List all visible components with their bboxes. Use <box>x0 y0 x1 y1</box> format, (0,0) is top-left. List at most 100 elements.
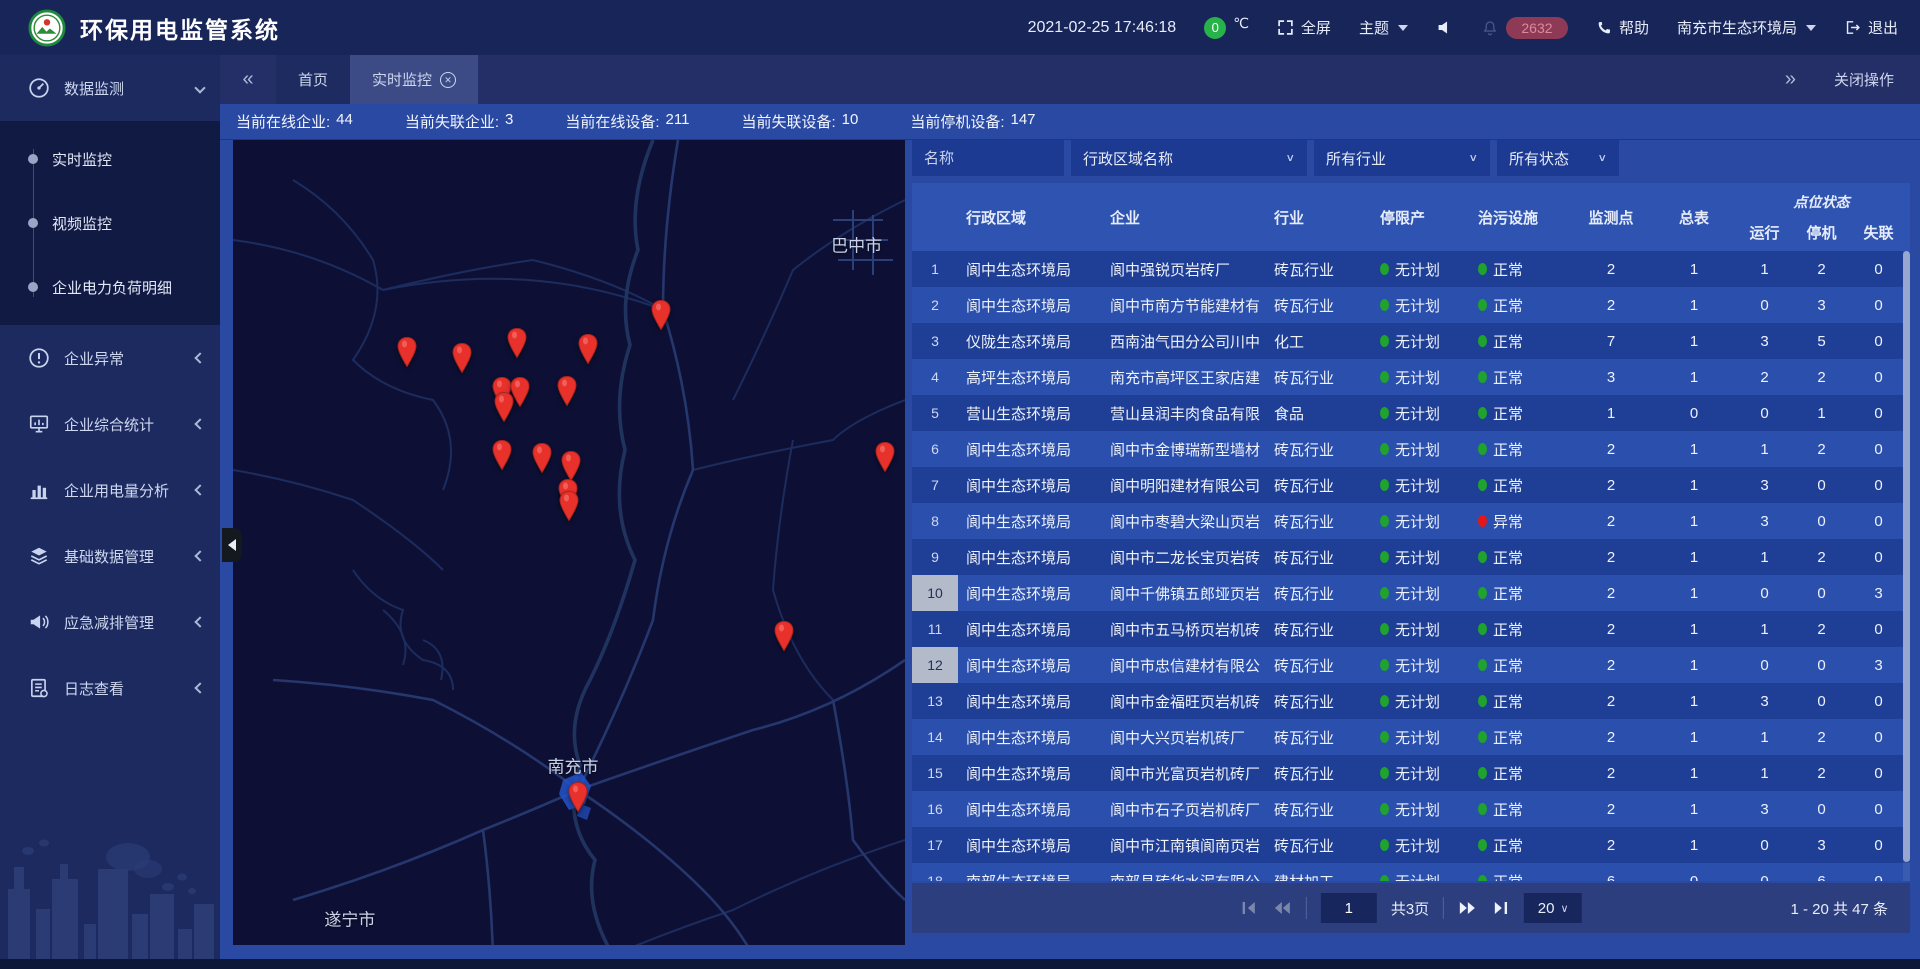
map-pin-icon[interactable] <box>530 443 554 475</box>
mute-button[interactable] <box>1436 19 1453 36</box>
table-row[interactable]: 15阆中生态环境局阆中市光富页岩机砖厂砖瓦行业无计划正常21120 <box>912 755 1910 791</box>
status-dot-green <box>1478 335 1487 347</box>
table-row[interactable]: 10阆中生态环境局阆中千佛镇五郎垭页岩砖瓦行业无计划正常21003 <box>912 575 1910 611</box>
cell-industry: 砖瓦行业 <box>1274 791 1380 827</box>
cell-company: 营山县润丰肉食品有限 <box>1110 395 1274 431</box>
map-roads <box>233 140 905 945</box>
table-row[interactable]: 18南部生态环境局南部县砖华水泥有限公建材加工无计划正常60060 <box>912 863 1910 881</box>
chevron-down-icon <box>1806 25 1816 31</box>
cell-halt: 3 <box>1793 287 1850 323</box>
status-dot-green <box>1478 767 1487 779</box>
status-dot-green <box>1380 335 1389 347</box>
table-row[interactable]: 11阆中生态环境局阆中市五马桥页岩机砖砖瓦行业无计划正常21120 <box>912 611 1910 647</box>
map-pin-icon[interactable] <box>395 336 419 368</box>
next-page-button[interactable] <box>1458 899 1478 917</box>
map-pin-icon[interactable] <box>557 490 581 522</box>
map-pin-icon[interactable] <box>450 343 474 375</box>
table-row[interactable]: 8阆中生态环境局阆中市枣碧大梁山页岩砖瓦行业无计划异常21300 <box>912 503 1910 539</box>
map-panel[interactable]: 巴中市南充市遂宁市 <box>233 140 905 945</box>
cell-meter: 1 <box>1652 287 1736 323</box>
table-row[interactable]: 14阆中生态环境局阆中大兴页岩机砖厂砖瓦行业无计划正常21120 <box>912 719 1910 755</box>
close-icon[interactable]: ✕ <box>440 72 456 88</box>
sidebar-item-power-analysis[interactable]: 企业用电量分析 <box>0 457 220 523</box>
sidebar-item-power-load-detail[interactable]: 企业电力负荷明细 <box>0 255 220 319</box>
table-row[interactable]: 13阆中生态环境局阆中市金福旺页岩机砖砖瓦行业无计划正常21300 <box>912 683 1910 719</box>
fullscreen-button[interactable]: 全屏 <box>1277 17 1331 38</box>
sidebar-item-emergency-reduction[interactable]: 应急减排管理 <box>0 589 220 655</box>
cell-stop-limit: 无计划 <box>1380 647 1478 683</box>
cell-run: 2 <box>1736 359 1793 395</box>
help-button[interactable]: 帮助 <box>1596 17 1649 38</box>
map-pin-icon[interactable] <box>873 442 897 474</box>
scrollbar-thumb[interactable] <box>1903 251 1910 862</box>
table-row[interactable]: 1阆中生态环境局阆中强锐页岩砖厂砖瓦行业无计划正常21120 <box>912 251 1910 287</box>
table-scrollbar[interactable] <box>1903 251 1910 881</box>
tab-home[interactable]: 首页 <box>276 55 350 104</box>
map-pin-icon[interactable] <box>576 333 600 365</box>
sidebar-item-enterprise-stats[interactable]: 企业综合统计 <box>0 391 220 457</box>
map-pin-icon[interactable] <box>555 375 579 407</box>
last-page-button[interactable] <box>1492 899 1510 917</box>
cell-region: 阆中生态环境局 <box>958 755 1110 791</box>
chevron-down-icon <box>1398 25 1408 31</box>
sidebar-item-log-view[interactable]: 日志查看 <box>0 655 220 721</box>
table-row[interactable]: 17阆中生态环境局阆中市江南镇阆南页岩砖瓦行业无计划正常21030 <box>912 827 1910 863</box>
table-row[interactable]: 5营山生态环境局营山县润丰肉食品有限食品无计划正常10010 <box>912 395 1910 431</box>
map-pin-icon[interactable] <box>505 328 529 360</box>
map-pin-icon[interactable] <box>566 782 590 814</box>
sidebar-item-base-data[interactable]: 基础数据管理 <box>0 523 220 589</box>
tab-realtime-monitor[interactable]: 实时监控 ✕ <box>350 55 478 104</box>
page-number-input[interactable] <box>1321 893 1377 923</box>
cell-row-number: 12 <box>912 647 958 683</box>
industry-select[interactable]: 所有行业∨ <box>1314 140 1490 176</box>
notifications[interactable]: 2632 <box>1481 17 1568 39</box>
sidebar-item-data-monitoring[interactable]: 数据监测 <box>0 55 220 121</box>
theme-dropdown[interactable]: 主题 <box>1359 17 1408 38</box>
cell-facility-status: 正常 <box>1478 863 1570 881</box>
status-select[interactable]: 所有状态∨ <box>1497 140 1619 176</box>
name-search-input[interactable] <box>912 140 1064 176</box>
monitor-icon <box>28 413 50 435</box>
close-operations-button[interactable]: 关闭操作 <box>1834 69 1894 90</box>
cell-run: 0 <box>1736 575 1793 611</box>
table-row[interactable]: 16阆中生态环境局阆中市石子页岩机砖厂砖瓦行业无计划正常21300 <box>912 791 1910 827</box>
table-row[interactable]: 2阆中生态环境局阆中市南方节能建材有砖瓦行业无计划正常21030 <box>912 287 1910 323</box>
cell-row-number: 18 <box>912 863 958 881</box>
sidebar-item-realtime-monitor[interactable]: 实时监控 <box>0 127 220 191</box>
tabs-scroll-left-button[interactable]: « <box>220 55 276 104</box>
table-row[interactable]: 9阆中生态环境局阆中市二龙长宝页岩砖砖瓦行业无计划正常21120 <box>912 539 1910 575</box>
sidebar-item-enterprise-anomaly[interactable]: 企业异常 <box>0 325 220 391</box>
region-select[interactable]: 行政区域名称∨ <box>1071 140 1307 176</box>
cell-points: 2 <box>1570 647 1652 683</box>
map-pin-icon[interactable] <box>772 621 796 653</box>
status-dot-green <box>1478 587 1487 599</box>
first-page-button[interactable] <box>1240 899 1258 917</box>
cell-region: 仪陇生态环境局 <box>958 323 1110 359</box>
status-dot-green <box>1478 299 1487 311</box>
map-pin-icon[interactable] <box>492 391 516 423</box>
tabs-scroll-right-button[interactable]: » <box>1785 68 1796 91</box>
cell-run: 3 <box>1736 467 1793 503</box>
sidebar-item-video-monitor[interactable]: 视频监控 <box>0 191 220 255</box>
map-pin-icon[interactable] <box>490 439 514 471</box>
table-panel: 行政区域名称∨ 所有行业∨ 所有状态∨ 行政区域 企业 行业 停限产 治污设施 <box>912 140 1910 945</box>
table-row[interactable]: 12阆中生态环境局阆中市忠信建材有限公砖瓦行业无计划正常21003 <box>912 647 1910 683</box>
sidebar-collapse-button[interactable] <box>222 528 242 562</box>
logout-button[interactable]: 退出 <box>1844 17 1898 38</box>
temperature-widget: 0 ℃ <box>1204 17 1249 39</box>
cell-points: 2 <box>1570 467 1652 503</box>
cell-row-number: 8 <box>912 503 958 539</box>
table-row[interactable]: 3仪陇生态环境局西南油气田分公司川中化工无计划正常71350 <box>912 323 1910 359</box>
cell-halt: 0 <box>1793 503 1850 539</box>
table-row[interactable]: 7阆中生态环境局阆中明阳建材有限公司砖瓦行业无计划正常21300 <box>912 467 1910 503</box>
status-dot-green <box>1380 767 1389 779</box>
cell-facility-status: 正常 <box>1478 683 1570 719</box>
table-row[interactable]: 4高坪生态环境局南充市高坪区王家店建砖瓦行业无计划正常31220 <box>912 359 1910 395</box>
table-row[interactable]: 6阆中生态环境局阆中市金博瑞新型墙材砖瓦行业无计划正常21120 <box>912 431 1910 467</box>
prev-page-button[interactable] <box>1272 899 1292 917</box>
map-pin-icon[interactable] <box>649 299 673 331</box>
chevron-left-icon <box>194 550 205 561</box>
org-dropdown[interactable]: 南充市生态环境局 <box>1677 17 1816 38</box>
chevron-left-icon <box>194 352 205 363</box>
page-size-select[interactable]: 20∨ <box>1524 893 1582 923</box>
